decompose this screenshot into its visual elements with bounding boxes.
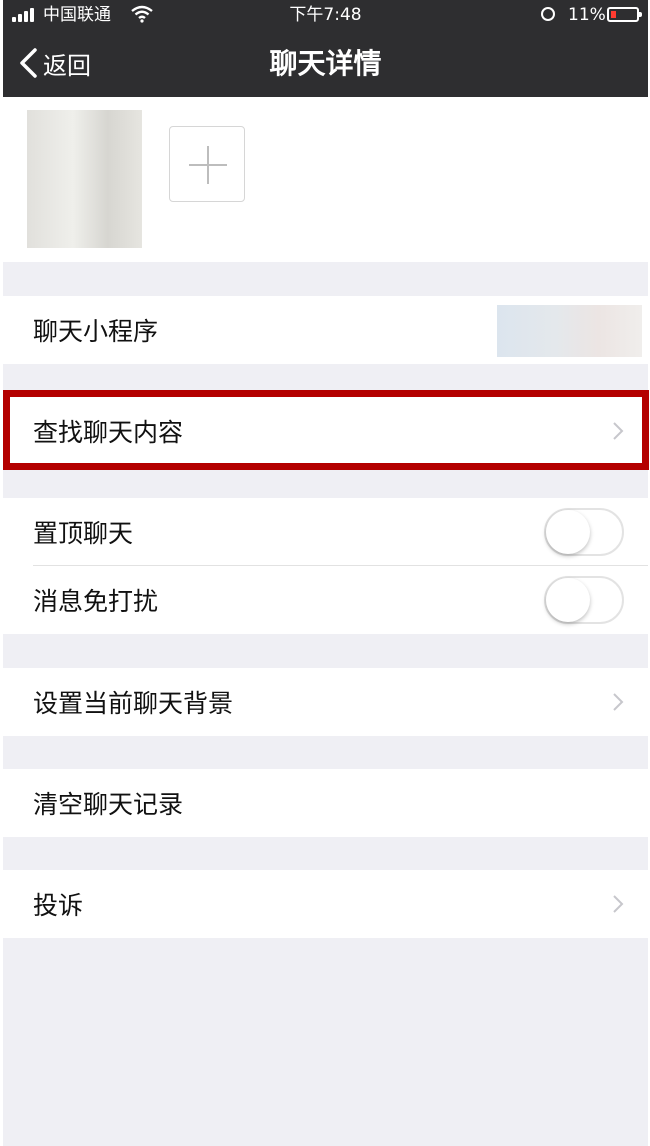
chevron-right-icon — [613, 693, 624, 711]
mute-notifications-toggle[interactable] — [544, 576, 624, 624]
report-label: 投诉 — [33, 891, 84, 920]
background-group: 设置当前聊天背景 — [3, 668, 648, 736]
set-chat-background-label: 设置当前聊天背景 — [33, 689, 234, 718]
clear-chat-history-row[interactable]: 清空聊天记录 — [3, 769, 648, 837]
add-member-button[interactable] — [169, 126, 245, 202]
battery-icon — [607, 7, 642, 22]
pin-chat-label: 置顶聊天 — [33, 519, 134, 548]
pin-chat-toggle[interactable] — [544, 508, 624, 556]
search-group: 查找聊天内容 — [3, 397, 648, 465]
mute-notifications-row: 消息免打扰 — [3, 566, 648, 634]
rotation-lock-icon — [541, 7, 555, 21]
top-bar: 中国联通 下午7:48 11% 返回 聊天详情 — [3, 0, 648, 97]
report-row[interactable]: 投诉 — [3, 870, 648, 938]
toggles-group: 置顶聊天 消息免打扰 — [3, 498, 648, 634]
chat-members-section — [3, 97, 648, 262]
navigation-bar: 返回 聊天详情 — [3, 30, 648, 97]
page-title: 聊天详情 — [269, 47, 382, 80]
report-group: 投诉 — [3, 870, 648, 938]
member-avatar[interactable] — [27, 110, 142, 248]
pin-chat-row: 置顶聊天 — [3, 498, 648, 566]
chat-details-screen: 中国联通 下午7:48 11% 返回 聊天详情 聊天小程序 查找聊天内容 置顶聊… — [3, 0, 648, 1146]
mini-program-thumbnail — [497, 305, 642, 357]
plus-icon — [189, 146, 227, 184]
search-chat-content-label: 查找聊天内容 — [33, 418, 184, 447]
search-chat-content-row[interactable]: 查找聊天内容 — [3, 397, 648, 465]
status-bar: 中国联通 下午7:48 11% — [3, 0, 648, 30]
clear-chat-history-label: 清空聊天记录 — [33, 790, 184, 819]
mini-program-group: 聊天小程序 — [3, 296, 648, 364]
clear-history-group: 清空聊天记录 — [3, 769, 648, 837]
set-chat-background-row[interactable]: 设置当前聊天背景 — [3, 668, 648, 736]
chevron-right-icon — [613, 895, 624, 913]
mini-program-row[interactable]: 聊天小程序 — [3, 296, 648, 364]
mute-notifications-label: 消息免打扰 — [33, 587, 159, 616]
battery-percentage: 11% — [568, 5, 606, 25]
chevron-right-icon — [613, 422, 624, 440]
mini-program-label: 聊天小程序 — [33, 317, 159, 346]
